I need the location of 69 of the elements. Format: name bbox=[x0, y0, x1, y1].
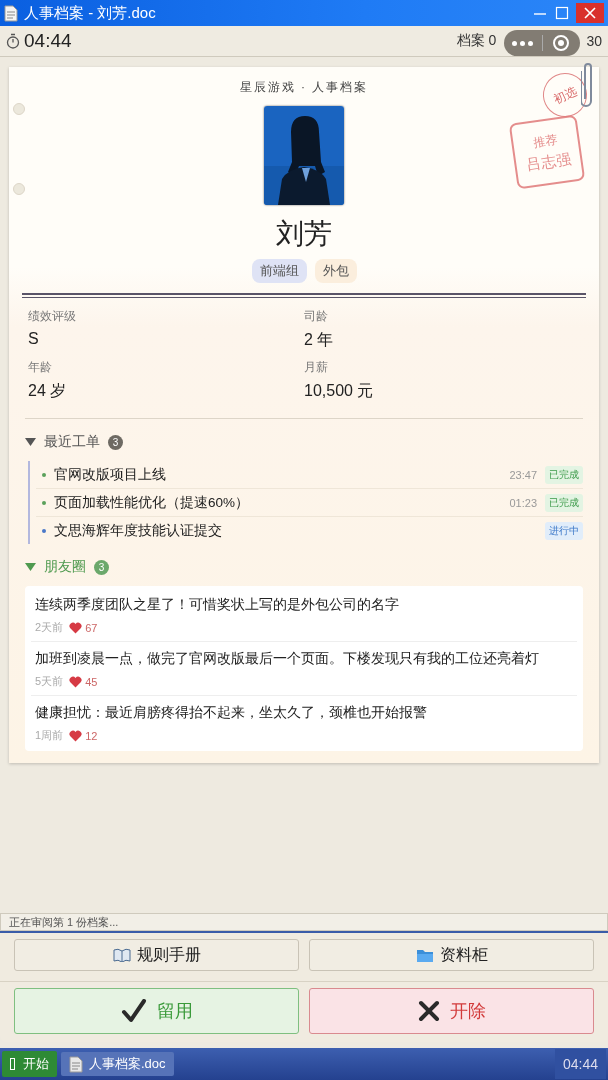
status-badge: 已完成 bbox=[545, 493, 583, 512]
window-title: 人事档案 - 刘芳.doc bbox=[24, 3, 157, 23]
start-button[interactable]: 开始 bbox=[2, 1051, 57, 1077]
stat-label: 司龄 bbox=[304, 308, 329, 325]
company-header: 星辰游戏 · 人事档案 bbox=[239, 79, 369, 96]
section-title[interactable]: 朋友圈 bbox=[44, 558, 86, 576]
count-badge: 3 bbox=[108, 434, 123, 450]
post-text: 连续两季度团队之星了！可惜奖状上写的是外包公司的名字 bbox=[35, 596, 400, 614]
bullet-icon bbox=[42, 472, 46, 477]
like-count: 67 bbox=[85, 621, 98, 634]
punch-hole bbox=[13, 183, 25, 195]
book-icon bbox=[112, 948, 131, 962]
file-counter: 档案 0 bbox=[456, 32, 497, 50]
bullet-icon bbox=[42, 528, 46, 533]
tag: 外包 bbox=[314, 259, 357, 283]
work-order-time: 01:23 bbox=[509, 496, 537, 509]
timer-text: 04:44 bbox=[24, 30, 73, 52]
stat-label: 年龄 bbox=[28, 359, 53, 376]
dismiss-button[interactable]: 开除 bbox=[309, 988, 594, 1034]
target-icon[interactable] bbox=[552, 34, 571, 52]
toolbar-button[interactable]: 规则手册 bbox=[14, 939, 299, 971]
heart-icon bbox=[69, 729, 83, 742]
close-button[interactable] bbox=[576, 3, 604, 23]
folder-icon bbox=[415, 947, 434, 963]
toolbar-button[interactable]: 资料柜 bbox=[309, 939, 594, 971]
cross-icon bbox=[417, 1000, 440, 1022]
like-count: 45 bbox=[85, 675, 98, 688]
start-icon bbox=[10, 1058, 15, 1070]
post-text: 健康担忧：最近肩膀疼得抬不起来，坐太久了，颈椎也开始报警 bbox=[35, 704, 428, 722]
recommendation-stamp: 推荐 吕志强 bbox=[508, 114, 586, 190]
post-age: 2天前 bbox=[35, 620, 64, 635]
close-icon bbox=[584, 7, 596, 19]
work-order-time: 23:47 bbox=[509, 468, 537, 481]
keep-button[interactable]: 留用 bbox=[14, 988, 299, 1034]
tag: 前端组 bbox=[251, 259, 307, 283]
capsule-menu[interactable] bbox=[504, 30, 580, 56]
status-badge: 进行中 bbox=[545, 521, 583, 540]
stat-value: 10,500 元 bbox=[304, 381, 375, 401]
expanded-caret-icon[interactable] bbox=[25, 437, 36, 447]
work-order-title: 页面加载性能优化（提速60%） bbox=[54, 493, 251, 512]
section-title[interactable]: 最近工单 bbox=[44, 433, 100, 451]
stat-value: S bbox=[28, 330, 40, 348]
stopwatch-icon bbox=[6, 33, 20, 49]
checkmark-icon bbox=[120, 999, 147, 1023]
taskbar-item[interactable]: 人事档案.doc bbox=[61, 1052, 174, 1076]
stat-label: 绩效评级 bbox=[28, 308, 77, 325]
count-badge: 3 bbox=[94, 559, 109, 575]
work-order-title: 文思海辉年度技能认证提交 bbox=[54, 521, 223, 540]
status-bar: 正在审阅第 1 份档案... bbox=[0, 913, 608, 931]
maximize-icon[interactable] bbox=[554, 5, 570, 21]
document-icon bbox=[4, 4, 18, 22]
heart-icon bbox=[69, 621, 83, 634]
taskbar-clock: 04:44 bbox=[554, 1049, 606, 1079]
file-counter-total: 30 bbox=[586, 33, 602, 49]
post-age: 5天前 bbox=[35, 674, 64, 689]
heart-icon bbox=[69, 675, 83, 688]
employee-name: 刘芳 bbox=[275, 217, 333, 251]
punch-hole bbox=[13, 103, 25, 115]
expanded-caret-icon[interactable] bbox=[25, 562, 36, 572]
stat-value: 24 岁 bbox=[28, 381, 68, 401]
post-text: 加班到凌晨一点，做完了官网改版最后一个页面。下楼发现只有我的工位还亮着灯 bbox=[35, 650, 540, 668]
bullet-icon bbox=[42, 500, 46, 505]
document-icon bbox=[69, 1055, 83, 1073]
status-badge: 已完成 bbox=[545, 465, 583, 484]
post-age: 1周前 bbox=[35, 728, 64, 743]
like-count: 12 bbox=[85, 729, 98, 742]
work-order-title: 官网改版项目上线 bbox=[54, 465, 167, 484]
stat-value: 2 年 bbox=[304, 330, 335, 350]
stat-label: 月薪 bbox=[304, 359, 329, 376]
